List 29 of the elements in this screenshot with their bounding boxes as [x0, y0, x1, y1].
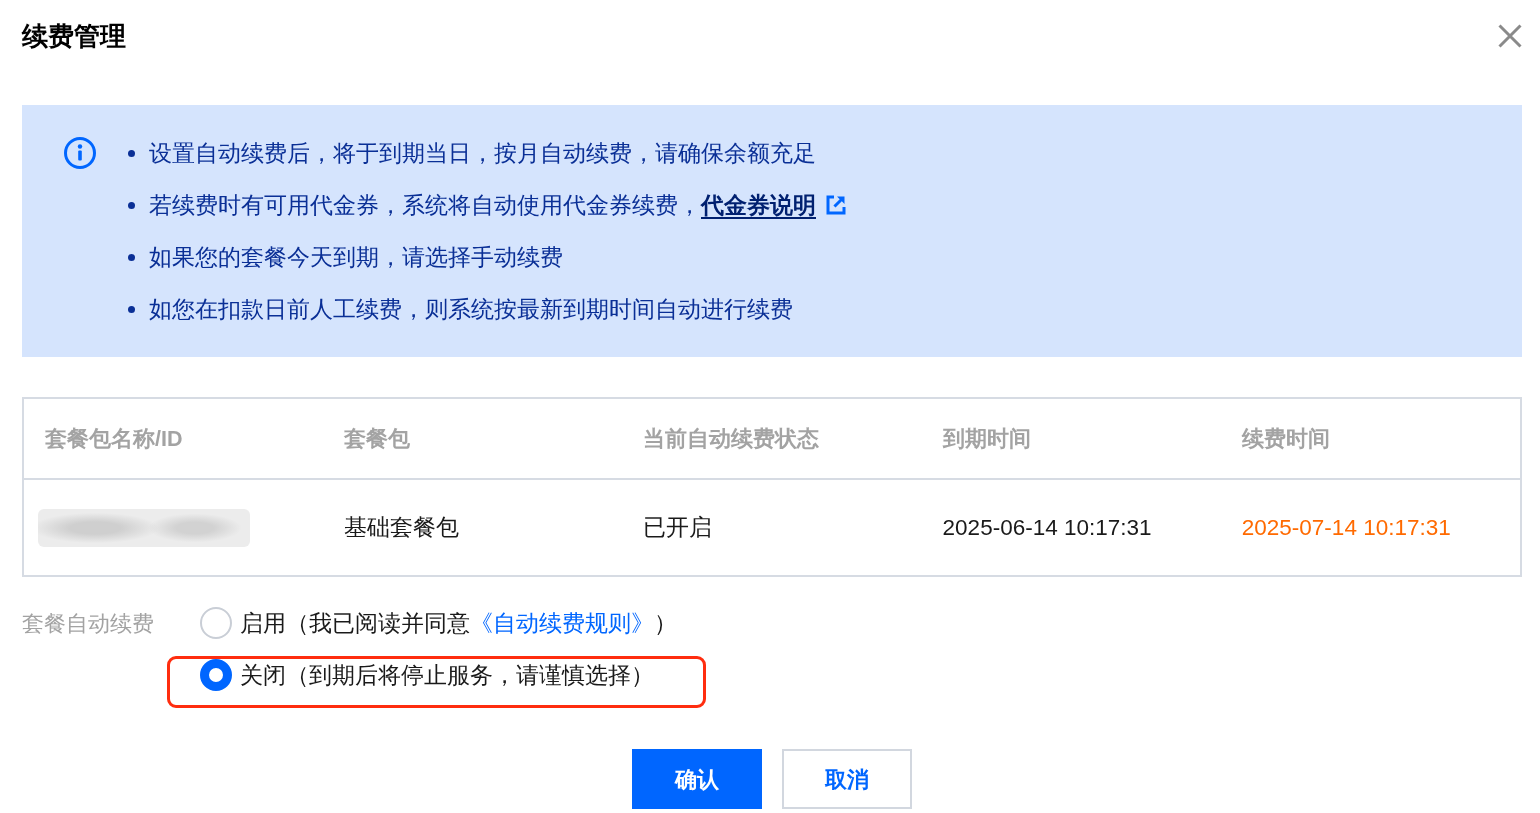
notice-text: 如果您的套餐今天到期，请选择手动续费 — [149, 243, 563, 272]
field-label: 套餐自动续费 — [22, 611, 155, 638]
column-header: 到期时间 — [942, 426, 1031, 453]
cancel-button[interactable]: 取消 — [782, 749, 912, 809]
table-cell: 2025-06-14 10:17:31 — [942, 514, 1152, 541]
column-header: 套餐包 — [344, 426, 411, 453]
notice-text: 如您在扣款日前人工续费，则系统按最新到期时间自动进行续费 — [149, 295, 793, 324]
dialog-title: 续费管理 — [22, 20, 126, 52]
table-cell-text: 基础套餐包 — [344, 514, 460, 542]
column-header: 套餐包名称/ID — [45, 426, 183, 453]
bullet-icon — [128, 201, 135, 209]
external-link-icon[interactable] — [826, 195, 846, 215]
notice-text: 若续费时有可用代金券，系统将自动使用代金券续费，代金券说明 — [149, 191, 816, 220]
close-icon[interactable] — [1498, 24, 1522, 48]
bullet-icon — [128, 305, 135, 313]
bullet-icon — [128, 253, 135, 261]
radio-label: 关闭（到期后将停止服务，请谨慎选择） — [240, 661, 654, 690]
rules-link[interactable]: 《自动续费规则》 — [470, 610, 654, 636]
table-cell: 2025-07-14 10:17:31 — [1241, 514, 1451, 541]
bullet-icon — [128, 149, 135, 157]
table-cell-text: 已开启 — [643, 514, 713, 542]
info-icon — [64, 137, 96, 169]
column-header: 当前自动续费状态 — [643, 426, 820, 453]
confirm-button[interactable]: 确认 — [632, 749, 762, 809]
column-header: 续费时间 — [1241, 426, 1330, 453]
notice-text: 设置自动续费后，将于到期当日，按月自动续费，请确保余额充足 — [149, 139, 816, 168]
voucher-link[interactable]: 代金券说明 — [701, 192, 816, 218]
radio-label: 启用（我已阅读并同意《自动续费规则》） — [240, 609, 677, 638]
radio-button[interactable] — [200, 659, 232, 691]
